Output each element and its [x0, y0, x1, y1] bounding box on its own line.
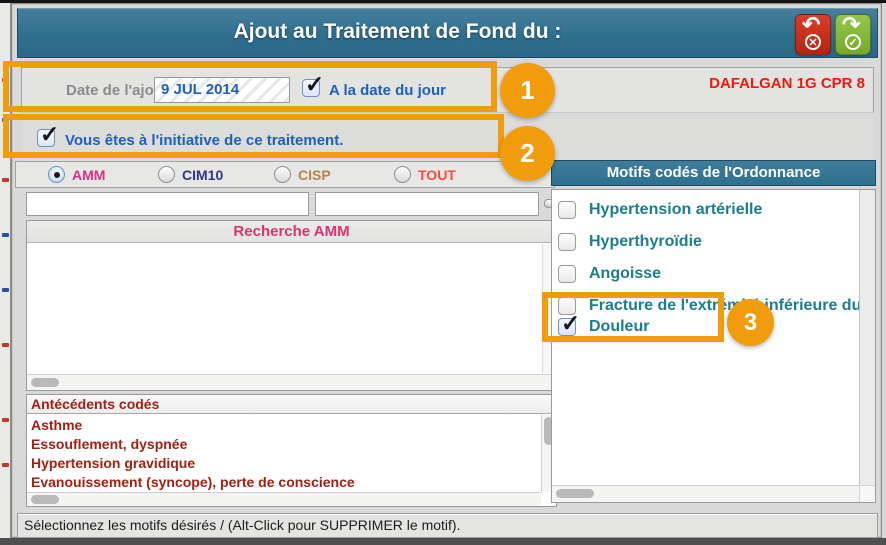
search-input-primary[interactable] — [26, 192, 309, 216]
screen-bottom-edge — [0, 538, 886, 545]
initiative-label: Vous êtes à l'initiative de ce traitemen… — [65, 132, 343, 149]
motif-item[interactable]: Hyperthyroïdie — [558, 229, 702, 255]
cancel-button[interactable]: ↶ ✕ — [795, 14, 831, 55]
radio-button-icon — [274, 166, 291, 183]
motif-item-label: Douleur — [589, 318, 649, 336]
recherche-amm-header: Recherche AMM — [27, 221, 556, 243]
radio-cim10[interactable]: CIM10 — [158, 166, 223, 183]
recherche-amm-hscrollbar-thumb[interactable] — [31, 378, 59, 387]
window-behind-text-fragment — [2, 343, 9, 347]
radio-amm-label: AMM — [72, 167, 105, 183]
status-bar: Sélectionnez les motifs désirés / (Alt-C… — [17, 513, 878, 538]
antecedents-hscrollbar-thumb[interactable] — [31, 495, 59, 504]
motif-checkbox[interactable] — [558, 233, 576, 251]
antecedents-panel: Antécédents codés Asthme Essouflement, d… — [26, 394, 557, 507]
recherche-amm-results-list[interactable] — [27, 244, 542, 373]
radio-cim10-label: CIM10 — [182, 167, 223, 183]
motif-item[interactable]: Douleur — [558, 314, 649, 340]
antecedents-list: Asthme Essouflement, dyspnée Hypertensio… — [27, 415, 541, 492]
motif-item[interactable]: Hypertension artérielle — [558, 197, 762, 223]
initiative-row-panel: Vous êtes à l'initiative de ce traitemen… — [21, 118, 874, 162]
background-app-sliver — [0, 3, 11, 538]
motifs-header: Motifs codés de l'Ordonnance — [551, 160, 876, 186]
radio-amm[interactable]: AMM — [48, 166, 105, 183]
motif-item[interactable]: Angoisse — [558, 261, 661, 287]
date-input[interactable]: 9 JUL 2014 — [154, 77, 290, 103]
motif-item-label: Hyperthyroïdie — [589, 233, 702, 251]
antecedents-header: Antécédents codés — [27, 395, 556, 414]
titlebar: Ajout au Traitement de Fond du : ↶ ✕ ↷ ✓ — [17, 8, 878, 58]
classification-radio-bar: AMM CIM10 CISP TOUT — [15, 161, 555, 188]
window-behind-text-fragment — [2, 288, 9, 292]
scrollbar-corner — [859, 485, 875, 502]
window-behind-text-fragment — [2, 118, 9, 122]
radio-button-icon — [158, 166, 175, 183]
medication-name: DAFALGAN 1G CPR 8 — [709, 75, 865, 92]
motifs-list: Hypertension artérielle Hyperthyroïdie A… — [551, 189, 876, 503]
recherche-amm-panel: Recherche AMM — [26, 220, 557, 391]
motif-item-label: Fracture de l'extrémité inférieure du — [589, 297, 861, 315]
motif-checkbox[interactable] — [558, 265, 576, 283]
annotation-badge-3: 3 — [727, 299, 774, 346]
radio-button-icon — [48, 166, 65, 183]
screen: Ajout au Traitement de Fond du : ↶ ✕ ↷ ✓… — [0, 0, 886, 545]
antecedent-item[interactable]: Hypertension gravidique — [31, 454, 541, 473]
radio-tout[interactable]: TOUT — [394, 166, 456, 183]
window-behind-text-fragment — [2, 233, 9, 237]
recherche-amm-horizontal-scrollbar[interactable] — [27, 374, 556, 390]
window-behind-text-fragment — [2, 178, 9, 182]
motifs-hscrollbar-thumb[interactable] — [556, 489, 594, 498]
motifs-horizontal-scrollbar[interactable] — [552, 485, 859, 502]
motif-item-label: Hypertension artérielle — [589, 201, 762, 219]
antecedent-item[interactable]: Asthme — [31, 416, 541, 435]
cancel-x-icon: ✕ — [805, 34, 821, 50]
dialog-title: Ajout au Traitement de Fond du : — [18, 20, 777, 44]
confirm-button[interactable]: ↷ ✓ — [835, 14, 871, 55]
radio-cisp-label: CISP — [298, 167, 331, 183]
today-checkbox-label: A la date du jour — [329, 82, 446, 99]
annotation-badge-2: 2 — [500, 126, 555, 181]
motif-checkbox[interactable] — [558, 318, 576, 336]
search-input-secondary[interactable] — [315, 192, 539, 216]
window-behind-text-fragment — [2, 463, 9, 467]
radio-tout-label: TOUT — [418, 167, 456, 183]
radio-cisp[interactable]: CISP — [274, 166, 331, 183]
antecedent-item[interactable]: Evanouissement (syncope), perte de consc… — [31, 473, 541, 492]
date-row-panel: Date de l'ajout : 9 JUL 2014 A la date d… — [21, 67, 874, 113]
motif-item-label: Angoisse — [589, 265, 661, 283]
window-behind-text-fragment — [2, 418, 9, 422]
motif-checkbox[interactable] — [558, 201, 576, 219]
antecedents-horizontal-scrollbar[interactable] — [27, 492, 541, 506]
window-behind-text-fragment — [2, 78, 9, 82]
motifs-vertical-scrollbar[interactable] — [859, 190, 875, 485]
radio-button-icon — [394, 166, 411, 183]
confirm-check-icon: ✓ — [845, 34, 861, 50]
today-checkbox[interactable] — [302, 79, 320, 97]
initiative-checkbox[interactable] — [37, 129, 55, 147]
antecedent-item[interactable]: Essouflement, dyspnée — [31, 435, 541, 454]
annotation-badge-1: 1 — [500, 63, 555, 118]
